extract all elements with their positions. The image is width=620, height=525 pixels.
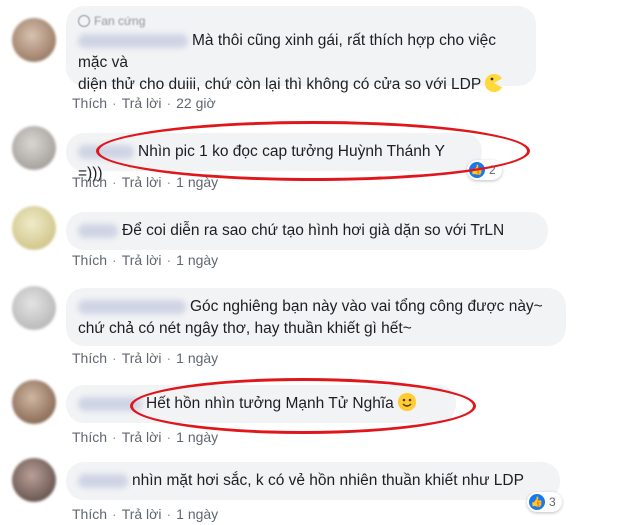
reaction-count[interactable]: 👍 2: [467, 160, 502, 180]
avatar[interactable]: [12, 286, 56, 330]
like-link[interactable]: Thích: [72, 174, 107, 190]
commenter-name[interactable]: [78, 223, 118, 238]
timestamp[interactable]: 1 ngày: [176, 174, 218, 190]
comment-bubble: Nhìn pic 1 ko đọc cap tưởng Huỳnh Thánh …: [66, 133, 482, 182]
like-link[interactable]: Thích: [72, 95, 107, 111]
pacman-emoji-icon: [485, 74, 504, 92]
timestamp[interactable]: 1 ngày: [176, 350, 218, 366]
thumbs-up-icon: 👍: [529, 494, 545, 510]
commenter-name[interactable]: [78, 396, 142, 411]
reply-link[interactable]: Trả lời: [122, 252, 162, 268]
comment-bubble: Để coi diễn ra sao chứ tạo hình hơi già …: [66, 212, 548, 250]
comment-actions: Thích · Trả lời · 1 ngày: [72, 506, 219, 522]
thumbs-up-icon: 👍: [469, 162, 485, 178]
comment-bubble: Góc nghiêng bạn này vào vai tổng công đư…: [66, 288, 566, 346]
comment-bubble: Fan cứng Mà thôi cũng xinh gái, rất thíc…: [66, 6, 536, 93]
reply-link[interactable]: Trả lời: [122, 429, 162, 445]
like-link[interactable]: Thích: [72, 429, 107, 445]
reply-link[interactable]: Trả lời: [122, 95, 162, 111]
reply-link[interactable]: Trả lời: [122, 506, 162, 522]
avatar[interactable]: [12, 206, 56, 250]
avatar[interactable]: [12, 18, 56, 62]
avatar[interactable]: [12, 458, 56, 502]
smiling-emoji-icon: [397, 393, 416, 411]
comment-actions: Thích · Trả lời · 1 ngày: [72, 429, 219, 445]
reaction-count[interactable]: 👍 3: [527, 492, 562, 512]
commenter-name[interactable]: [78, 33, 188, 48]
badge-icon: [78, 15, 90, 27]
timestamp[interactable]: 1 ngày: [176, 429, 218, 445]
comment-actions: Thích · Trả lời · 22 giờ: [72, 95, 216, 111]
comment-text: Mà thôi cũng xinh gái, rất thích hợp cho…: [78, 32, 496, 71]
avatar[interactable]: [12, 380, 56, 424]
comment-actions: Thích · Trả lời · 1 ngày: [72, 252, 219, 268]
timestamp[interactable]: 22 giờ: [176, 95, 216, 111]
timestamp[interactable]: 1 ngày: [176, 252, 218, 268]
reply-link[interactable]: Trả lời: [122, 350, 162, 366]
comment-actions: Thích · Trả lời · 1 ngày: [72, 174, 219, 190]
like-link[interactable]: Thích: [72, 350, 107, 366]
comment-text: Góc nghiêng bạn này vào vai tổng công đư…: [78, 296, 554, 318]
commenter-name[interactable]: [78, 144, 134, 159]
commenter-name[interactable]: [78, 299, 186, 314]
reply-link[interactable]: Trả lời: [122, 174, 162, 190]
comment-text-line2: chứ chả có nét ngây thơ, hay thuần khiết…: [78, 320, 412, 337]
comment-text-line2: diện thử cho duiii, chứ còn lại thì khôn…: [78, 74, 524, 96]
fan-badge: Fan cứng: [78, 14, 524, 28]
comment-bubble: Hết hồn nhìn tưởng Mạnh Tử Nghĩa: [66, 385, 456, 423]
commenter-name[interactable]: [78, 473, 128, 488]
comment-bubble: nhìn mặt hơi sắc, k có vẻ hồn nhiên thuầ…: [66, 462, 560, 500]
like-link[interactable]: Thích: [72, 506, 107, 522]
avatar[interactable]: [12, 126, 56, 170]
comment-actions: Thích · Trả lời · 1 ngày: [72, 350, 219, 366]
like-link[interactable]: Thích: [72, 252, 107, 268]
timestamp[interactable]: 1 ngày: [176, 506, 218, 522]
